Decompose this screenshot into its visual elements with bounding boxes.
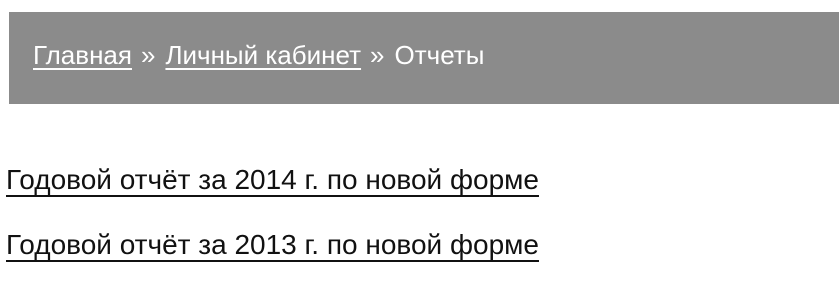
- page: Главная » Личный кабинет » Отчеты Годово…: [0, 0, 839, 282]
- report-link-2014[interactable]: Годовой отчёт за 2014 г. по новой форме: [6, 166, 539, 194]
- breadcrumb-separator: »: [370, 39, 385, 70]
- breadcrumb-separator: »: [140, 39, 156, 70]
- breadcrumb-link-home[interactable]: Главная: [33, 42, 132, 68]
- report-list: Годовой отчёт за 2014 г. по новой форме …: [6, 166, 539, 259]
- report-link-2013[interactable]: Годовой отчёт за 2013 г. по новой форме: [6, 231, 539, 259]
- breadcrumb-link-account[interactable]: Личный кабинет: [165, 42, 361, 68]
- breadcrumb-bar: Главная » Личный кабинет » Отчеты: [9, 12, 839, 104]
- breadcrumb: Главная » Личный кабинет » Отчеты: [33, 42, 484, 68]
- breadcrumb-current: Отчеты: [394, 39, 485, 70]
